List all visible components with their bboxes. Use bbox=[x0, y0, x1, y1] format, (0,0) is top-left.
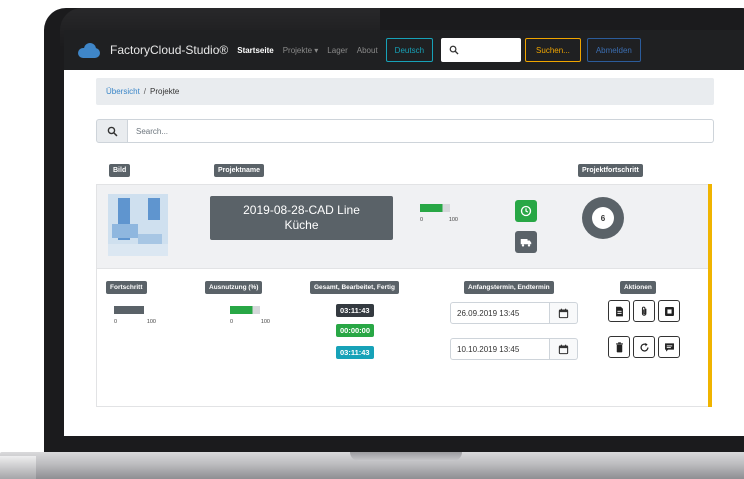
header-project-name: Projektname bbox=[214, 164, 265, 177]
utilization-indicator: 0 100 bbox=[230, 306, 270, 325]
progress-indicator: 0 100 bbox=[114, 306, 156, 325]
project-mini-progress: 0 100 bbox=[420, 204, 458, 223]
stop-icon bbox=[664, 306, 674, 316]
search-button[interactable]: Suchen... bbox=[525, 38, 581, 62]
calendar-icon bbox=[558, 344, 569, 354]
calendar-icon bbox=[558, 308, 569, 318]
laptop-mockup: FactoryCloud-Studio® Startseite Projekte… bbox=[0, 0, 744, 479]
brand-name: FactoryCloud-Studio® bbox=[110, 43, 229, 57]
navbar-search-input[interactable] bbox=[441, 38, 522, 62]
brand[interactable]: FactoryCloud-Studio® bbox=[76, 42, 228, 58]
utilization-max: 100 bbox=[260, 319, 270, 325]
header-utilization: Ausnutzung (%) bbox=[205, 281, 263, 294]
project-thumbnail[interactable] bbox=[108, 194, 168, 256]
mini-progress-max: 100 bbox=[448, 217, 458, 223]
trash-icon bbox=[615, 341, 623, 352]
refresh-button[interactable] bbox=[633, 336, 655, 358]
breadcrumb: Übersicht / Projekte bbox=[96, 78, 714, 105]
project-name[interactable]: 2019-08-28-CAD Line Küche bbox=[210, 196, 393, 240]
breadcrumb-separator: / bbox=[143, 87, 147, 96]
project-progress-donut: 6 bbox=[582, 197, 624, 239]
header-dates: Anfangstermin, Endtermin bbox=[464, 281, 554, 294]
logout-button[interactable]: Abmelden bbox=[586, 38, 641, 62]
project-progress-count: 6 bbox=[592, 207, 614, 229]
app-screen: FactoryCloud-Studio® Startseite Projekte… bbox=[64, 30, 744, 436]
navbar: FactoryCloud-Studio® Startseite Projekte… bbox=[64, 30, 744, 70]
header-image: Bild bbox=[109, 164, 131, 177]
language-button[interactable]: Deutsch bbox=[385, 38, 434, 62]
header-actions: Aktionen bbox=[620, 281, 656, 294]
project-name-text: 2019-08-28-CAD Line Küche bbox=[243, 203, 360, 232]
comment-icon bbox=[664, 342, 674, 352]
progress-bar bbox=[114, 306, 144, 314]
attachment-button[interactable] bbox=[633, 300, 655, 322]
stop-button[interactable] bbox=[658, 300, 680, 322]
project-search-input[interactable] bbox=[128, 119, 714, 143]
nav-link-stock[interactable]: Lager bbox=[327, 46, 347, 55]
utilization-bar bbox=[230, 306, 260, 314]
mini-progress-bar bbox=[420, 204, 450, 212]
search-addon bbox=[96, 119, 128, 143]
project-search bbox=[96, 119, 714, 143]
file-icon bbox=[615, 306, 623, 316]
header-progress: Fortschritt bbox=[106, 281, 147, 294]
utilization-min: 0 bbox=[230, 319, 234, 325]
mini-progress-min: 0 bbox=[420, 217, 424, 223]
nav-link-home[interactable]: Startseite bbox=[237, 46, 273, 55]
search-icon bbox=[449, 45, 459, 55]
comment-button[interactable] bbox=[658, 336, 680, 358]
cloud-logo-icon bbox=[76, 42, 102, 58]
time-done-badge: 03:11:43 bbox=[336, 346, 374, 359]
progress-min: 0 bbox=[114, 319, 118, 325]
progress-max: 100 bbox=[146, 319, 156, 325]
end-date-field[interactable]: 10.10.2019 13:45 bbox=[450, 338, 550, 360]
time-processed-badge: 00:00:00 bbox=[336, 324, 375, 337]
search-icon bbox=[107, 126, 118, 137]
nav-link-about[interactable]: About bbox=[357, 46, 378, 55]
breadcrumb-overview-link[interactable]: Übersicht bbox=[106, 87, 140, 96]
nav-link-projects[interactable]: Projekte ▾ bbox=[283, 46, 319, 55]
header-times: Gesamt, Bearbeitet, Fertig bbox=[310, 281, 399, 294]
laptop-base-edge bbox=[0, 456, 36, 479]
start-date-field[interactable]: 26.09.2019 13:45 bbox=[450, 302, 550, 324]
status-accent-bar bbox=[708, 184, 712, 407]
end-date-picker-button[interactable] bbox=[550, 338, 578, 360]
start-date-picker-button[interactable] bbox=[550, 302, 578, 324]
truck-icon bbox=[520, 239, 532, 247]
clock-icon bbox=[520, 205, 532, 217]
delivery-button[interactable] bbox=[515, 231, 537, 253]
delete-button[interactable] bbox=[608, 336, 630, 358]
header-project-progress: Projektfortschritt bbox=[578, 164, 643, 177]
breadcrumb-current: Projekte bbox=[150, 87, 180, 96]
time-total-badge: 03:11:43 bbox=[336, 304, 374, 317]
paperclip-icon bbox=[641, 306, 646, 316]
laptop-base-notch bbox=[350, 452, 462, 461]
time-tracking-button[interactable] bbox=[515, 200, 537, 222]
document-button[interactable] bbox=[608, 300, 630, 322]
refresh-icon bbox=[639, 342, 649, 352]
